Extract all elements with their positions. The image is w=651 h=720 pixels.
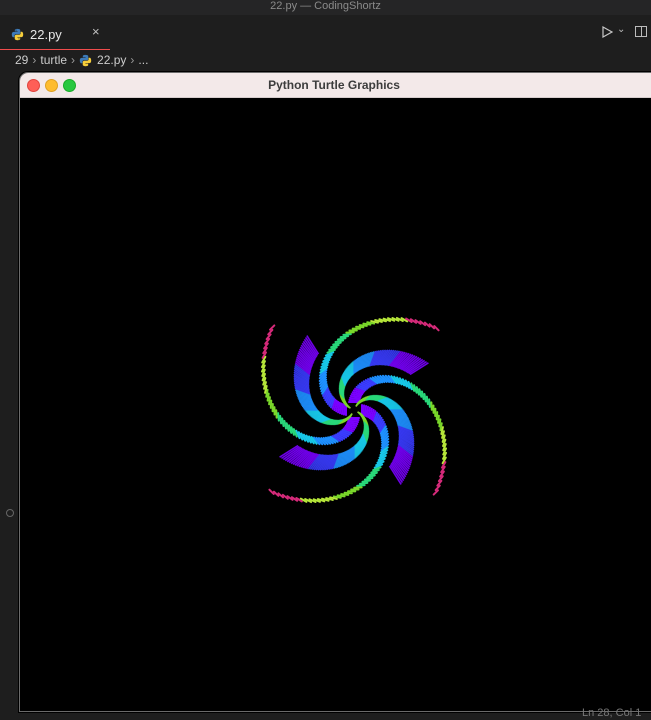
status-cursor-position: Ln 28, Col 1 [582, 707, 642, 719]
spiral-stroke [269, 399, 273, 409]
turtle-canvas[interactable] [20, 98, 651, 711]
breadcrumb-file[interactable]: 22.py [97, 53, 126, 67]
tab-22-py[interactable]: 22.py × [0, 19, 110, 50]
spiral-stroke [334, 339, 345, 344]
spiral-stroke [343, 491, 353, 495]
split-editor-icon[interactable] [635, 26, 647, 37]
spiral-stroke [428, 398, 431, 408]
spiral-stroke [332, 341, 342, 346]
spiral-stroke [361, 479, 372, 483]
spiral-stroke [339, 335, 350, 339]
chevron-right-icon: › [130, 53, 135, 67]
chevron-down-icon[interactable]: ⌄ [617, 24, 625, 35]
spiral-stroke [281, 417, 285, 428]
spiral-stroke [363, 476, 374, 481]
run-icon[interactable] [601, 26, 613, 38]
breadcrumb-symbol[interactable]: ... [138, 53, 148, 67]
breadcrumb-folder-29[interactable]: 29 [15, 53, 28, 67]
chevron-right-icon: › [71, 53, 76, 67]
python-file-icon [79, 54, 92, 66]
spiral-stroke [283, 419, 288, 430]
spiral-stroke [349, 396, 361, 400]
spiral-stroke [364, 405, 368, 417]
spiral-stroke [362, 322, 372, 326]
breadcrumb-folder-turtle[interactable]: turtle [40, 53, 67, 67]
spiral-stroke [420, 390, 425, 401]
spiral-stroke [340, 403, 344, 415]
spiral-stroke [342, 333, 352, 336]
turtle-window-titlebar[interactable]: Python Turtle Graphics [20, 73, 651, 98]
spiral-stroke [358, 481, 369, 485]
turtle-window-title: Python Turtle Graphics [268, 78, 400, 92]
spiral-stroke [285, 422, 290, 432]
spiral-stroke [340, 493, 350, 496]
spiral-stroke [356, 484, 366, 487]
spiral-stroke [425, 395, 429, 406]
spiral-stroke [358, 324, 368, 327]
turtle-spiral-drawing [260, 316, 448, 504]
close-tab-button[interactable]: × [92, 24, 100, 39]
spiral-stroke [355, 325, 365, 329]
spiral-stroke [437, 414, 440, 424]
turtle-graphics-window[interactable]: Python Turtle Graphics [19, 72, 651, 712]
spiral-stroke [268, 396, 271, 406]
chevron-right-icon: › [32, 53, 37, 67]
spiral-stroke [279, 414, 283, 425]
gutter-marker [6, 509, 14, 517]
spiral-stroke [423, 392, 427, 403]
spiral-stroke [277, 412, 280, 422]
editor-tab-bar: 22.py × [0, 15, 651, 50]
python-file-icon [11, 28, 24, 40]
tab-label: 22.py [30, 26, 62, 42]
spiral-stroke [366, 474, 376, 479]
spiral-stroke [336, 494, 346, 498]
spiral-stroke [418, 388, 423, 398]
breadcrumb: 29 › turtle › 22.py › ... [15, 52, 148, 68]
spiral-stroke [435, 411, 439, 421]
spiral-stroke [336, 337, 347, 341]
spiral-stroke [347, 420, 359, 424]
spiral-stroke [266, 392, 270, 402]
editor-window-title: 22.py — CodingShortz [0, 0, 651, 15]
spiral-stroke [438, 418, 442, 428]
